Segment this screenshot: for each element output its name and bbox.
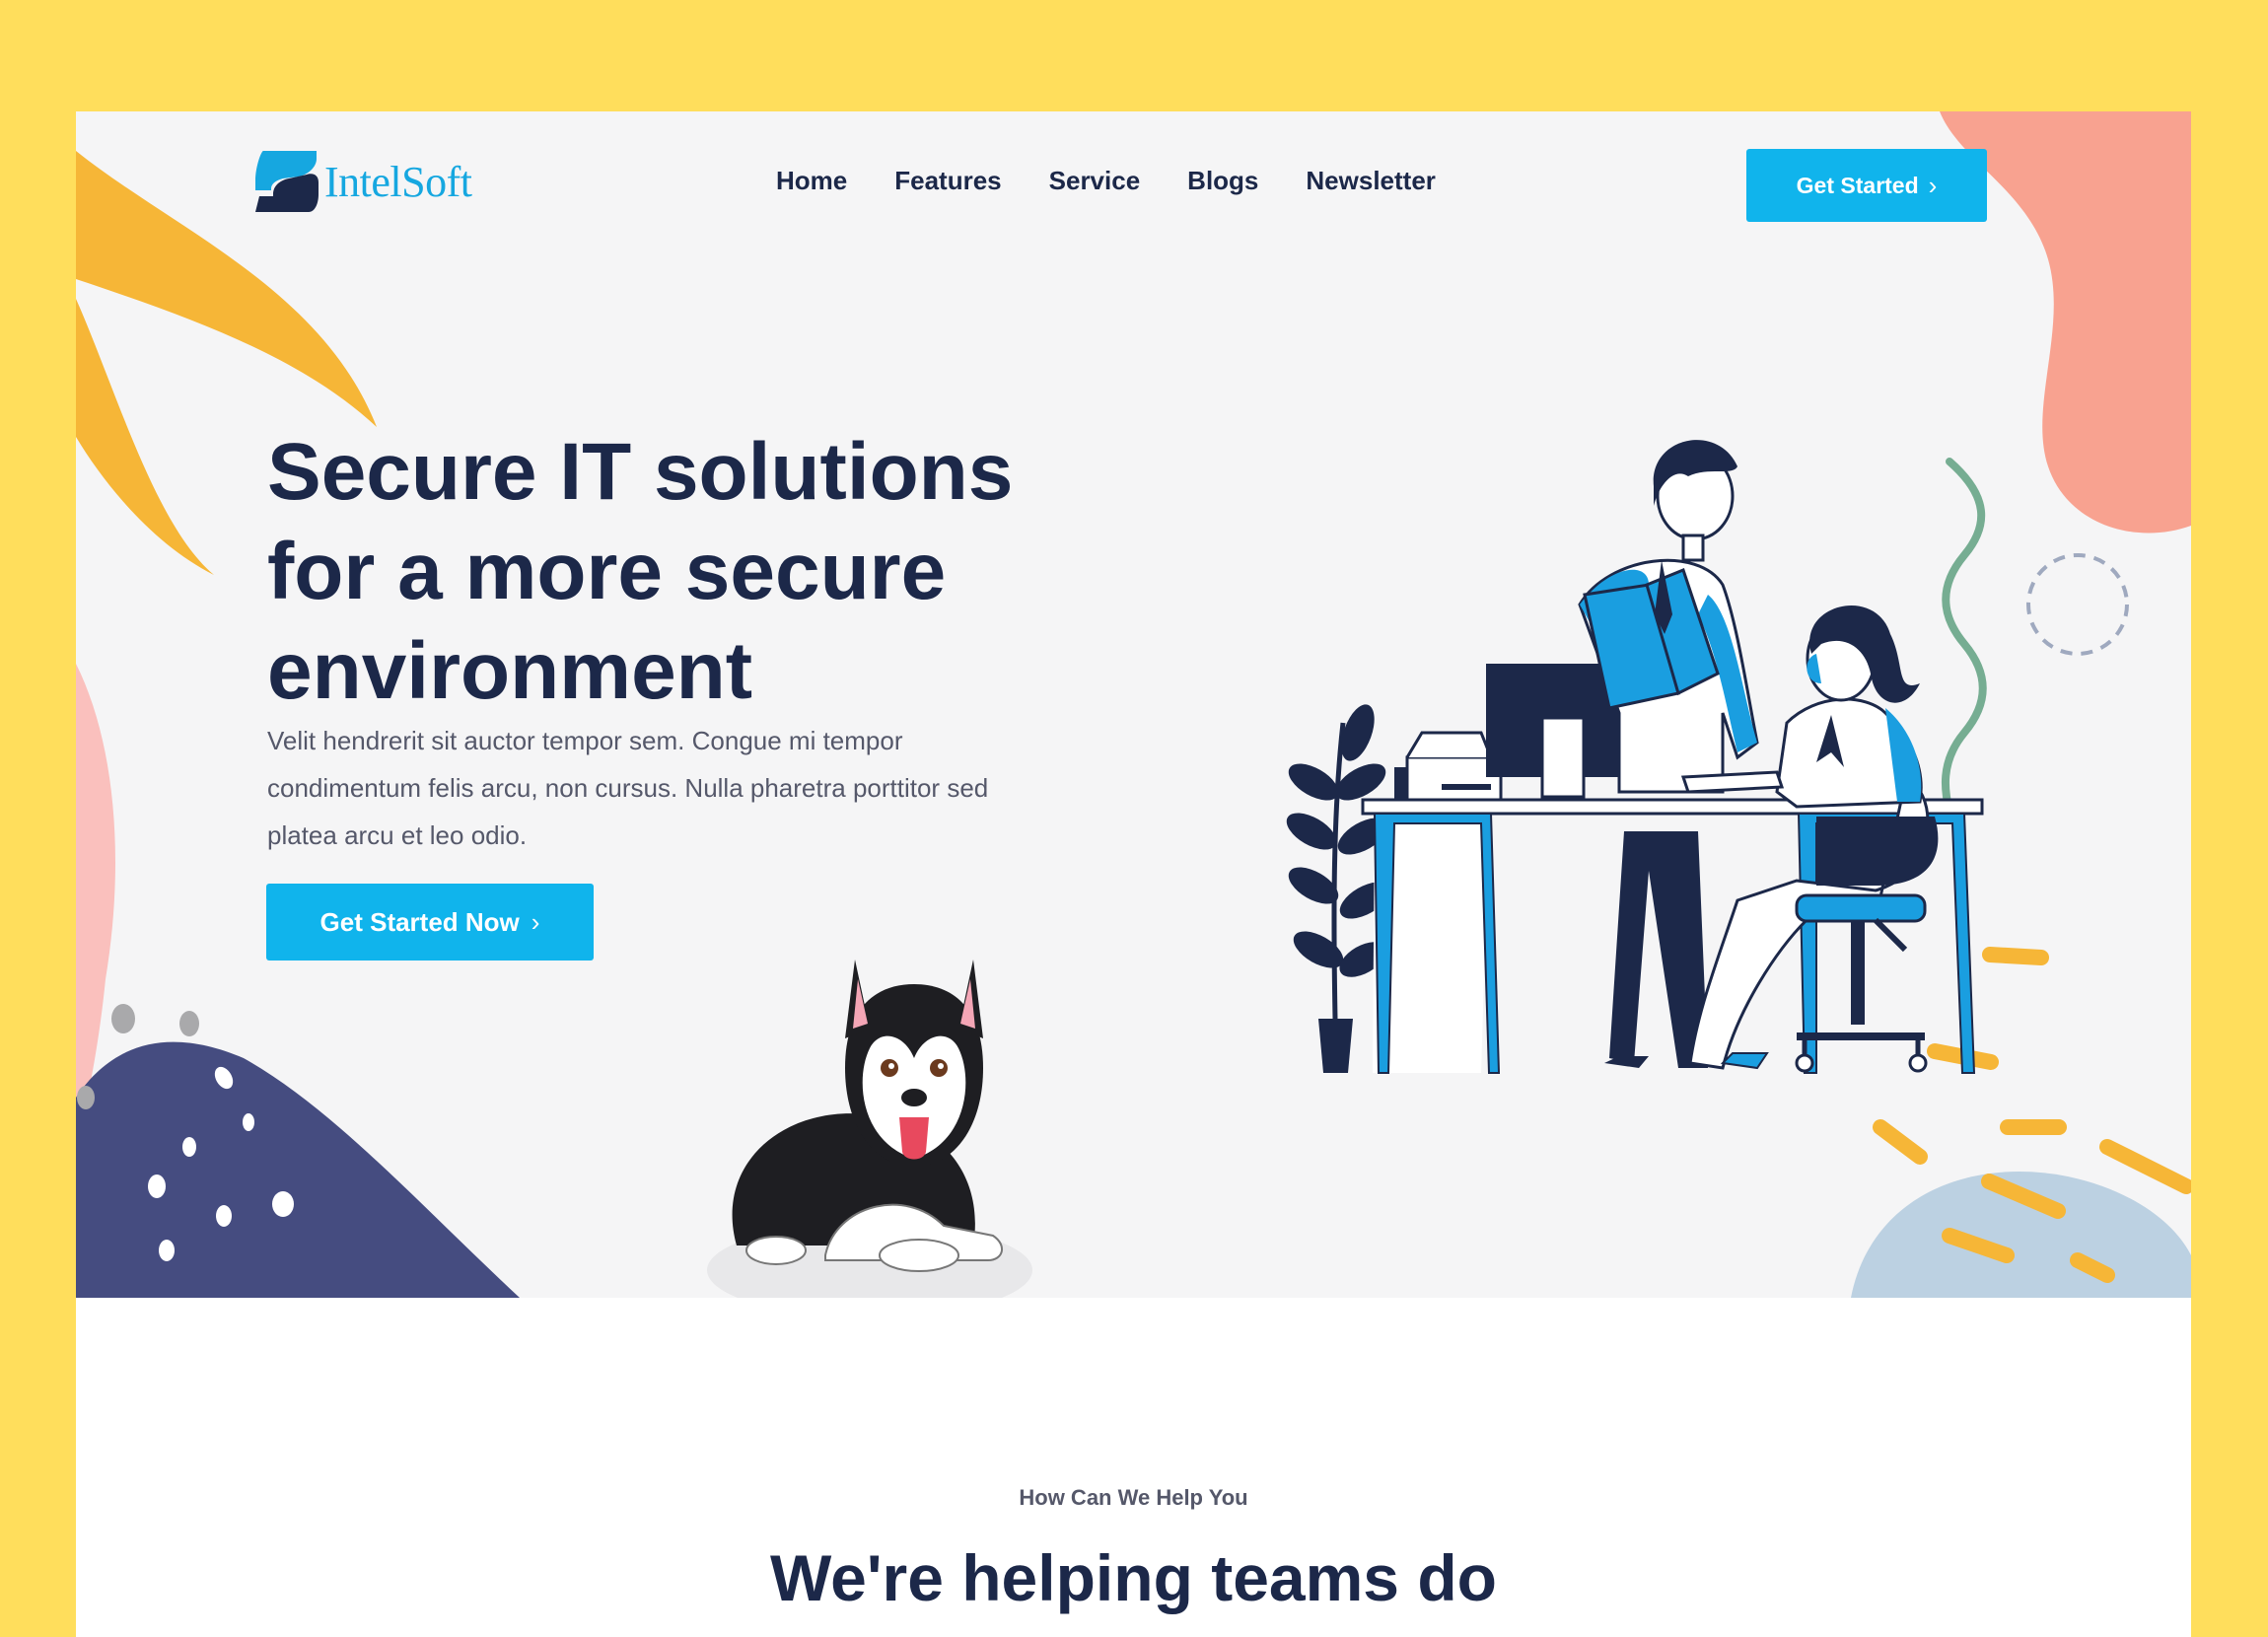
hero-title-line: Secure IT solutions xyxy=(267,427,1014,517)
logo-text: IntelSoft xyxy=(324,157,472,206)
nav-link-features[interactable]: Features xyxy=(894,166,1001,196)
hero-description: Velit hendrerit sit auctor tempor sem. C… xyxy=(267,717,1115,859)
nav-link-home[interactable]: Home xyxy=(776,166,847,196)
get-started-now-button[interactable]: Get Started Now › xyxy=(266,884,594,961)
hero-title-line: environment xyxy=(267,626,753,716)
top-navbar: IntelSoft Home Features Service Blogs Ne… xyxy=(76,111,2191,255)
logo-mark-icon xyxy=(255,151,319,212)
logo[interactable]: IntelSoft xyxy=(253,151,472,212)
get-started-label: Get Started xyxy=(1796,172,1919,198)
page-frame: IntelSoft Home Features Service Blogs Ne… xyxy=(76,111,2191,1637)
section-title: We're helping teams do things better and xyxy=(76,1535,2191,1637)
husky-dog-illustration xyxy=(707,960,1032,1298)
section-title-line: things better and xyxy=(76,1620,2191,1637)
get-started-now-label: Get Started Now xyxy=(319,906,520,937)
get-started-button[interactable]: Get Started › xyxy=(1746,149,1987,222)
hero-description-line: condimentum felis arcu, non cursus. Null… xyxy=(267,773,989,803)
hero-description-line: Velit hendrerit sit auctor tempor sem. C… xyxy=(267,726,903,755)
section-eyebrow: How Can We Help You xyxy=(1019,1485,1248,1510)
chevron-right-icon: › xyxy=(1928,171,1938,200)
hero-description-line: platea arcu et leo odio. xyxy=(267,820,528,850)
section-title-line: We're helping teams do xyxy=(770,1541,1497,1614)
nav-link-service[interactable]: Service xyxy=(1049,166,1141,196)
main-menu: Home Features Service Blogs Newsletter xyxy=(776,166,1436,196)
nav-link-blogs[interactable]: Blogs xyxy=(1187,166,1258,196)
hero-title-line: for a more secure xyxy=(267,527,947,616)
office-workers-illustration xyxy=(1286,440,1984,1074)
hero-title: Secure IT solutions for a more secure en… xyxy=(267,422,1155,721)
chevron-right-icon: › xyxy=(531,907,540,937)
nav-link-newsletter[interactable]: Newsletter xyxy=(1306,166,1436,196)
hero-section: IntelSoft Home Features Service Blogs Ne… xyxy=(76,111,2191,1298)
